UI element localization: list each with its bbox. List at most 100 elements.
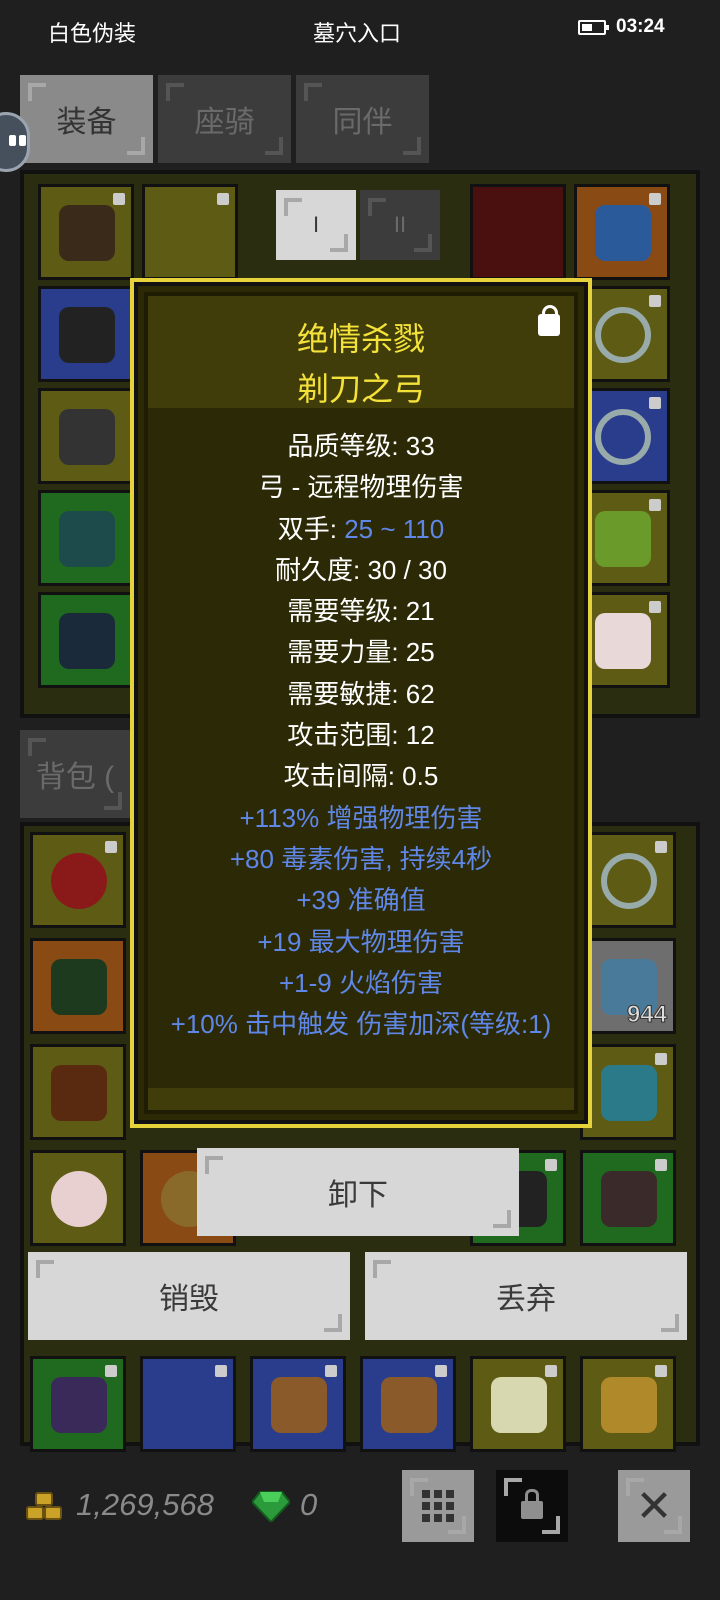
bag-slot[interactable] (30, 1356, 126, 1452)
item-base-name: 剃刀之弓 (296, 371, 425, 407)
bag-slot[interactable] (580, 1044, 676, 1140)
status-bar: 白色伪装 墓穴入口 03:24 (0, 0, 720, 60)
set-one-button[interactable]: I (276, 190, 356, 260)
equip-slot-offhand[interactable] (470, 184, 566, 280)
bag-slot[interactable] (30, 1150, 126, 1246)
item-tooltip: 绝情杀戮 剃刀之弓 品质等级: 33 弓 - 远程物理伤害 双手: 25 ~ 1… (130, 278, 592, 1128)
bag-slot[interactable] (30, 1044, 126, 1140)
amulet-icon (595, 205, 651, 261)
lock-icon (649, 193, 661, 205)
lock-icon (325, 1365, 337, 1377)
bag-slot[interactable] (580, 832, 676, 928)
gem-icon (250, 1490, 292, 1524)
item-count: 944 (626, 1001, 667, 1029)
ring-icon (601, 853, 657, 909)
bag-slot[interactable] (580, 1356, 676, 1452)
lock-icon (655, 1053, 667, 1065)
lock-toggle-button[interactable] (496, 1470, 568, 1542)
armor-icon (51, 959, 107, 1015)
gold-icon (26, 1490, 66, 1524)
helmet-icon (601, 1171, 657, 1227)
equip-slot-boots[interactable] (38, 490, 134, 586)
location-name: 墓穴入口 (313, 21, 402, 46)
stat-interval: 攻击间隔: 0.5 (283, 761, 439, 792)
lock-icon (217, 193, 229, 205)
affix-line: +19 最大物理伤害 (257, 926, 465, 957)
grid-view-button[interactable] (402, 1470, 474, 1542)
discard-button[interactable]: 丢弃 (365, 1252, 687, 1340)
book-icon (271, 1377, 327, 1433)
item-prefix-name: 绝情杀戮 (296, 321, 425, 357)
bag-slot[interactable] (470, 1356, 566, 1452)
stat-durability: 耐久度: 30 / 30 (275, 554, 447, 585)
equip-slot-helmet[interactable] (38, 184, 134, 280)
ring-icon (595, 409, 651, 465)
equip-slot-gloves[interactable] (38, 388, 134, 484)
unequip-button[interactable]: 卸下 (197, 1148, 519, 1236)
lock-icon (655, 1159, 667, 1171)
lock-icon (545, 1365, 557, 1377)
ring-icon (601, 1377, 657, 1433)
status-left-text: 白色伪装 (48, 21, 137, 46)
stat-damage-value: 25 ~ 110 (344, 513, 445, 544)
gold-amount: 1,269,568 (76, 1487, 214, 1522)
bag-slot[interactable] (30, 938, 126, 1034)
status-right: 03:24 (578, 16, 665, 38)
stat-req-dexterity: 需要敏捷: 62 (287, 678, 435, 709)
bag-slot[interactable] (250, 1356, 346, 1452)
unequip-label: 卸下 (328, 1179, 388, 1212)
stat-req-level: 需要等级: 21 (287, 596, 435, 627)
set-two-label: II (393, 212, 407, 237)
ring-icon (595, 307, 651, 363)
tooltip-header: 绝情杀戮 剃刀之弓 (148, 296, 574, 408)
scroll-icon (601, 1065, 657, 1121)
tab-partner-label: 同伴 (332, 106, 393, 139)
set-two-button[interactable]: II (360, 190, 440, 260)
equip-slot-amulet[interactable] (574, 184, 670, 280)
stat-req-strength: 需要力量: 25 (287, 637, 435, 668)
belt-icon (59, 613, 115, 669)
lock-icon (435, 1365, 447, 1377)
item-stats: 品质等级: 33 弓 - 远程物理伤害 双手: 25 ~ 110 耐久度: 30… (148, 426, 574, 1045)
tab-mount[interactable]: 座骑 (158, 75, 291, 163)
close-icon: ✕ (635, 1481, 673, 1531)
affix-line: +10% 击中触发 伤害加深(等级:1) (170, 1009, 552, 1040)
tab-bag[interactable]: 背包 ( (20, 730, 130, 818)
lock-icon (649, 499, 661, 511)
bow-icon (51, 1065, 107, 1121)
lock-icon (521, 1489, 543, 1519)
amulet-icon (51, 853, 107, 909)
stat-range: 攻击范围: 12 (287, 720, 435, 751)
stat-type: 弓 - 远程物理伤害 (258, 472, 464, 503)
lock-icon (655, 841, 667, 853)
tab-equipment-label: 装备 (56, 106, 117, 139)
bag-slot-fish[interactable]: 944 (580, 938, 676, 1034)
set-one-label: I (312, 212, 320, 237)
bag-slot[interactable] (30, 832, 126, 928)
bag-slot[interactable] (140, 1356, 236, 1452)
affix-line: +113% 增强物理伤害 (239, 802, 483, 833)
tab-equipment[interactable]: 装备 (20, 75, 153, 163)
equip-slot-armor[interactable] (38, 286, 134, 382)
bag-slot[interactable] (580, 1150, 676, 1246)
book-icon (381, 1377, 437, 1433)
destroy-button[interactable]: 销毁 (28, 1252, 350, 1340)
close-button[interactable]: ✕ (618, 1470, 690, 1542)
lock-icon (545, 1159, 557, 1171)
stat-quality: 品质等级: 33 (287, 431, 435, 461)
egg-icon (51, 1171, 107, 1227)
lock-icon (105, 1365, 117, 1377)
gem-amount: 0 (300, 1487, 318, 1522)
grid-icon (422, 1490, 454, 1522)
lock-icon[interactable] (538, 305, 560, 336)
equip-slot-weapon[interactable] (142, 184, 238, 280)
tooltip-footer (148, 1088, 574, 1110)
equip-slot-belt[interactable] (38, 592, 134, 688)
boots-icon (59, 511, 115, 567)
tooltip-body: 绝情杀戮 剃刀之弓 品质等级: 33 弓 - 远程物理伤害 双手: 25 ~ 1… (144, 292, 578, 1114)
bag-slot[interactable] (360, 1356, 456, 1452)
lock-icon (105, 841, 117, 853)
crown-icon (491, 1377, 547, 1433)
tab-partner[interactable]: 同伴 (296, 75, 429, 163)
stat-damage-label: 双手: (277, 513, 345, 544)
